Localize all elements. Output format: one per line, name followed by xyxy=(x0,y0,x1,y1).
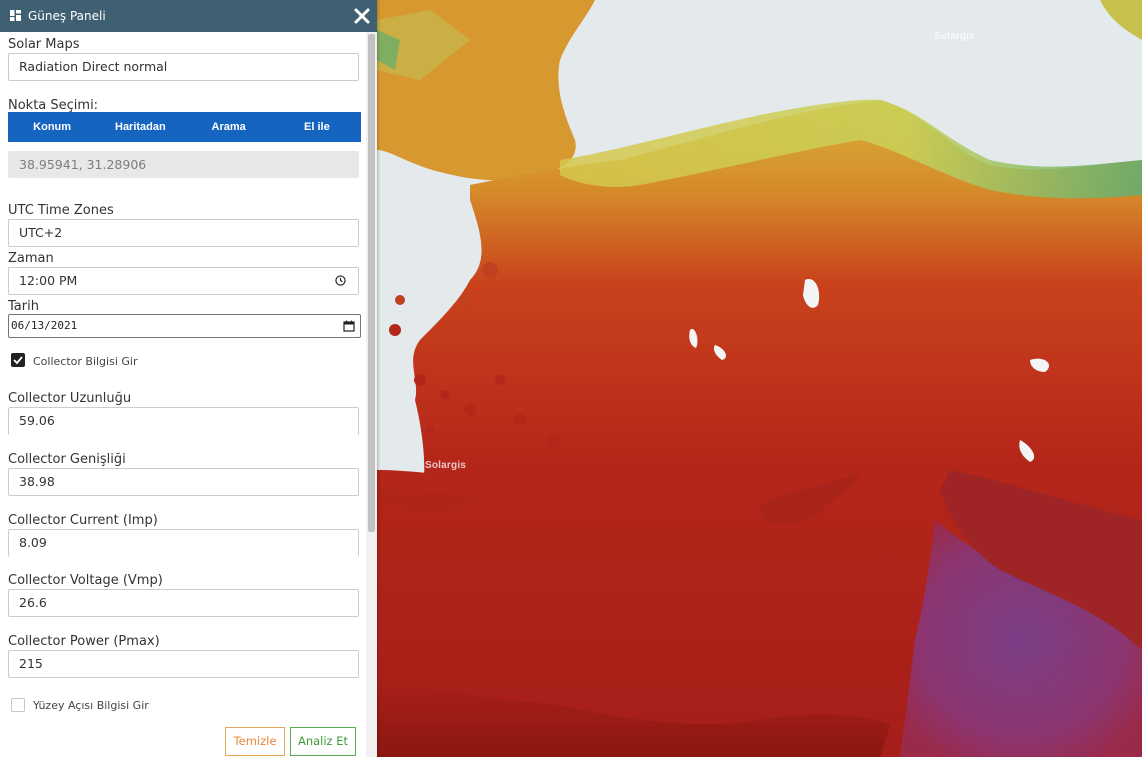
collector-voltage-input[interactable]: 26.6 xyxy=(8,589,359,617)
map-watermark: Solargis xyxy=(425,460,467,471)
collector-current-label: Collector Current (Imp) xyxy=(8,513,158,528)
map-watermark: Solargis xyxy=(934,31,976,42)
collector-width-label: Collector Genişliği xyxy=(8,452,126,467)
date-value: 06/13/2021 xyxy=(11,319,78,332)
solar-maps-label: Solar Maps xyxy=(8,37,80,52)
collector-length-input[interactable]: 59.06 xyxy=(8,407,359,435)
calendar-icon[interactable] xyxy=(343,320,355,332)
collector-length-label: Collector Uzunluğu xyxy=(8,391,132,406)
time-input[interactable]: 12:00 PM xyxy=(8,267,359,295)
tab-arama[interactable]: Arama xyxy=(185,112,273,142)
surface-angle-checkbox[interactable] xyxy=(11,698,25,712)
solar-maps-select[interactable]: Radiation Direct normal xyxy=(8,53,359,81)
collector-power-input[interactable]: 215 xyxy=(8,650,359,678)
dashboard-icon xyxy=(10,10,21,21)
point-selection-tabs: Konum Haritadan Arama El ile xyxy=(8,112,361,142)
coordinates-field: 38.95941, 31.28906 xyxy=(8,151,359,178)
date-input[interactable]: 06/13/2021 xyxy=(8,314,361,338)
surface-angle-checkbox-label: Yüzey Açısı Bilgisi Gir xyxy=(33,699,149,712)
collector-width-input[interactable]: 38.98 xyxy=(8,468,359,496)
collector-checkbox-label: Collector Bilgisi Gir xyxy=(33,355,138,368)
check-icon xyxy=(13,356,23,365)
utc-select[interactable]: UTC+2 xyxy=(8,219,359,247)
panel-title: Güneş Paneli xyxy=(28,9,106,23)
close-icon[interactable] xyxy=(352,6,372,26)
utc-label: UTC Time Zones xyxy=(8,203,114,218)
date-label: Tarih xyxy=(8,299,39,314)
time-label: Zaman xyxy=(8,251,54,266)
analyze-button[interactable]: Analiz Et xyxy=(290,727,356,756)
collector-power-label: Collector Power (Pmax) xyxy=(8,634,160,649)
collector-current-input[interactable]: 8.09 xyxy=(8,529,359,557)
tab-konum[interactable]: Konum xyxy=(8,112,96,142)
point-selection-label: Nokta Seçimi: xyxy=(8,98,99,113)
tab-haritadan[interactable]: Haritadan xyxy=(96,112,184,142)
solar-panel-sidebar: Güneş Paneli Solar Maps Radiation Direct… xyxy=(0,0,377,757)
collector-checkbox[interactable] xyxy=(11,353,25,367)
scrollbar-thumb[interactable] xyxy=(368,34,375,532)
clear-button[interactable]: Temizle xyxy=(225,727,285,756)
tab-el-ile[interactable]: El ile xyxy=(273,112,361,142)
time-value: 12:00 PM xyxy=(19,273,78,288)
clock-icon[interactable] xyxy=(335,275,346,286)
collector-voltage-label: Collector Voltage (Vmp) xyxy=(8,573,163,588)
panel-header: Güneş Paneli xyxy=(0,0,377,32)
